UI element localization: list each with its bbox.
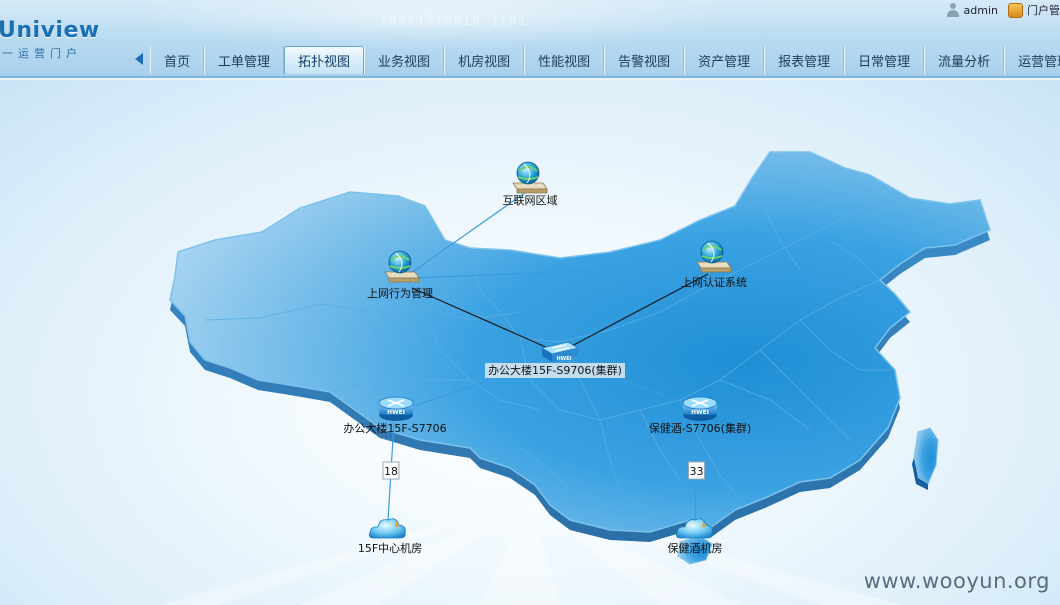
topology-node-internet[interactable]: 互联网区域 bbox=[503, 161, 558, 207]
nav-tab[interactable]: 工单管理 bbox=[204, 46, 285, 74]
nav-tab[interactable]: 运营管理 bbox=[1004, 46, 1060, 74]
user-name: admin bbox=[963, 3, 998, 17]
logo-title: Uniview bbox=[0, 18, 100, 43]
nav-tab[interactable]: 日常管理 bbox=[844, 46, 925, 74]
link-label-s7706a-room15f: 18 bbox=[382, 461, 400, 480]
user-menu[interactable]: admin bbox=[946, 3, 998, 17]
header-binary-decoration: 10001110010 1101 bbox=[380, 14, 528, 28]
topology-node-label: 保健酒-S7706(集群) bbox=[649, 421, 752, 435]
topology-node-label: 互联网区域 bbox=[503, 194, 558, 207]
link-label-s7706b-roomjiu: 33 bbox=[688, 461, 705, 480]
topology-node-label: 办公大楼15F-S9706(集群) bbox=[488, 363, 622, 377]
device-brand-label: HWEI bbox=[557, 356, 572, 362]
nav-tab[interactable]: 拓扑视图 bbox=[284, 46, 365, 74]
device-brand-label: HWEI bbox=[691, 409, 709, 416]
topology-node-label: 上网行为管理 bbox=[367, 286, 433, 300]
link-label-text: 18 bbox=[384, 465, 398, 478]
nav-tab[interactable]: 告警视图 bbox=[604, 46, 685, 74]
topology-view: 18 33 互联网区域 上网行为管理 上网认证系统 HWEI 办公大楼15F-S9706(… bbox=[0, 80, 1060, 605]
topology-node-label: 15F中心机房 bbox=[358, 541, 422, 555]
nav-tabs: 首页 工单管理 拓扑视图 业务视图 机房视图 性能视图 告警视图 资产管理 报表管理 日常管理 流量… bbox=[150, 46, 1060, 74]
logo-subtitle: 一运营门户 bbox=[2, 47, 82, 60]
app-header: 10001110010 1101 Uniview 一运营门户 admin 门户管… bbox=[0, 0, 1060, 78]
china-map bbox=[169, 151, 991, 565]
nav-tab[interactable]: 首页 bbox=[150, 46, 205, 74]
topology-node-label: 保健酒机房 bbox=[668, 541, 723, 555]
topology-node-label: 办公大楼15F-S7706 bbox=[343, 421, 446, 435]
nav-scroll-left-icon[interactable] bbox=[133, 51, 145, 67]
portal-link[interactable]: 门户管 bbox=[1008, 2, 1060, 18]
watermark: www.wooyun.org bbox=[863, 569, 1050, 593]
nav-tab[interactable]: 报表管理 bbox=[764, 46, 845, 74]
topology-canvas[interactable]: 18 33 互联网区域上网行为管理上网认证系统HWEI办公大楼15F-S9706(… bbox=[0, 80, 1060, 605]
link-label-text: 33 bbox=[690, 465, 704, 478]
nav-tab[interactable]: 流量分析 bbox=[924, 46, 1005, 74]
portal-icon bbox=[1008, 2, 1023, 18]
nav-tab[interactable]: 资产管理 bbox=[684, 46, 765, 74]
user-area: admin 门户管 bbox=[936, 1, 1060, 19]
nav-tab[interactable]: 性能视图 bbox=[524, 46, 605, 74]
background-rays bbox=[160, 500, 900, 605]
nav-tab[interactable]: 机房视图 bbox=[444, 46, 525, 74]
topology-node-label: 上网认证系统 bbox=[681, 276, 747, 289]
nav-tab[interactable]: 业务视图 bbox=[364, 46, 445, 74]
user-icon bbox=[946, 3, 960, 17]
portal-label: 门户管 bbox=[1027, 4, 1060, 17]
device-brand-label: HWEI bbox=[387, 409, 405, 416]
